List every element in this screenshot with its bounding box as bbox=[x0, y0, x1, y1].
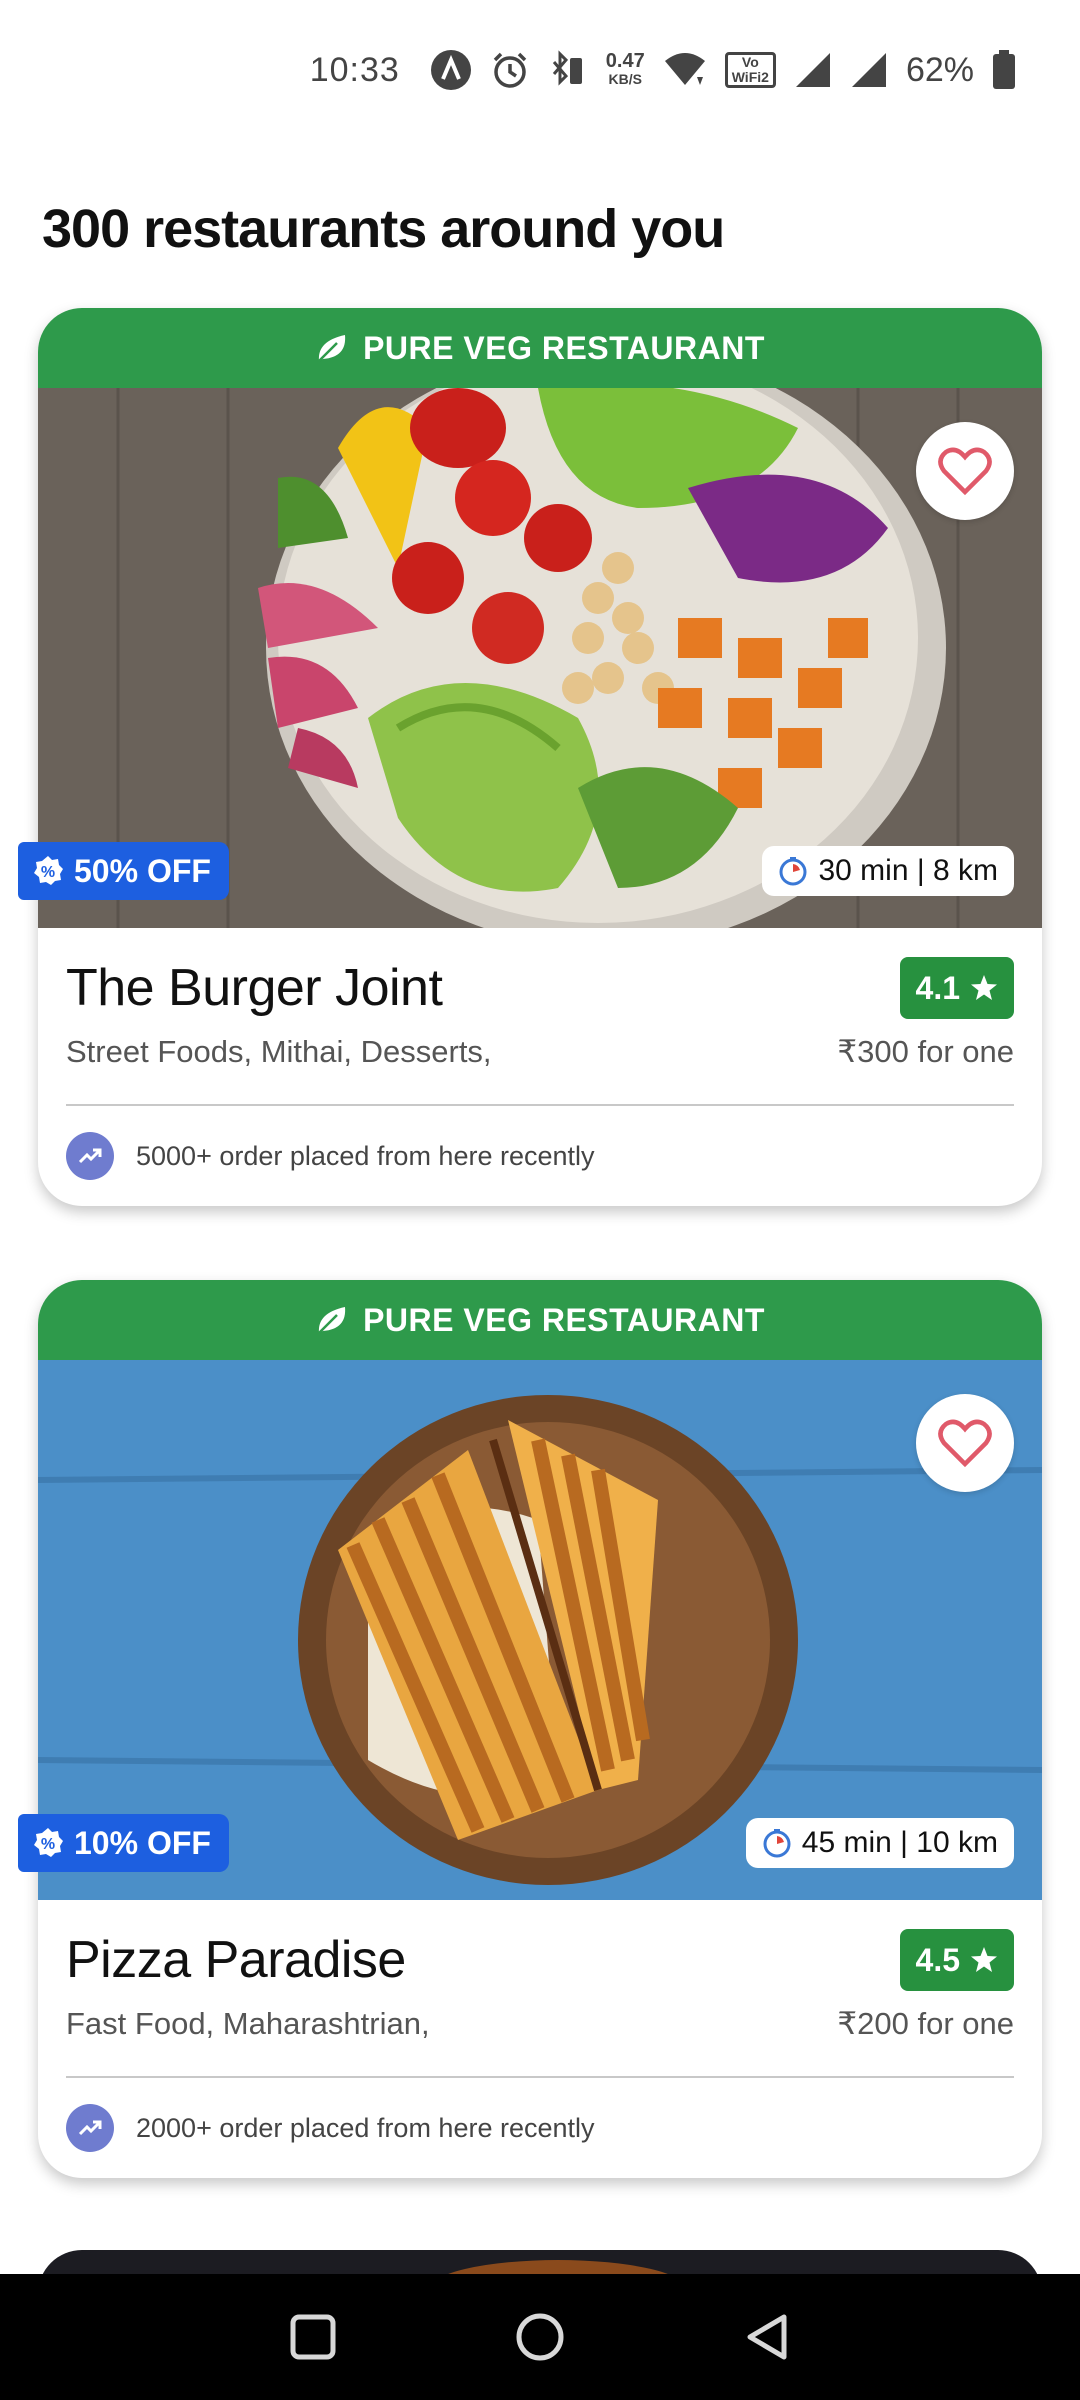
network-speed: 0.47 KB/S bbox=[606, 48, 645, 92]
rating-value: 4.1 bbox=[915, 969, 960, 1006]
network-speed-unit: KB/S bbox=[608, 71, 642, 87]
recents-button[interactable] bbox=[278, 2302, 348, 2372]
svg-text:%: % bbox=[41, 1836, 55, 1853]
star-icon bbox=[971, 975, 997, 1000]
card-body: Pizza Paradise 4.5 Fast Food, Maharashtr… bbox=[38, 1900, 1042, 2152]
orders-text: 5000+ order placed from here recently bbox=[136, 1140, 595, 1171]
leaf-icon bbox=[315, 331, 349, 365]
star-icon bbox=[971, 1947, 997, 1972]
vo-label: Vo bbox=[741, 54, 759, 70]
signal-icon-1 bbox=[794, 48, 832, 92]
restaurant-name: The Burger Joint bbox=[66, 959, 443, 1017]
heart-icon bbox=[938, 1419, 992, 1468]
discount-badge: % 50% OFF bbox=[18, 842, 229, 900]
banner-text: PURE VEG RESTAURANT bbox=[363, 1301, 765, 1338]
alarm-icon bbox=[490, 48, 530, 92]
discount-icon: % bbox=[34, 856, 63, 885]
favorite-button[interactable] bbox=[916, 1394, 1014, 1492]
navigation-bar bbox=[0, 2274, 1080, 2400]
bluetooth-vibrate-icon bbox=[548, 48, 588, 92]
restaurant-name: Pizza Paradise bbox=[66, 1931, 406, 1989]
home-button[interactable] bbox=[505, 2302, 575, 2372]
restaurant-card[interactable]: PURE VEG RESTAURANT bbox=[38, 308, 1042, 1206]
discount-text: 50% OFF bbox=[74, 852, 211, 889]
eta-pill: 45 min | 10 km bbox=[745, 1818, 1014, 1868]
timer-icon bbox=[779, 857, 807, 886]
card-body: The Burger Joint 4.1 Street Foods, Mitha… bbox=[38, 928, 1042, 1180]
trending-icon bbox=[66, 2104, 114, 2152]
price-for-one: ₹200 for one bbox=[837, 2006, 1014, 2041]
recents-icon bbox=[290, 2314, 336, 2360]
price-for-one: ₹300 for one bbox=[837, 1034, 1014, 1069]
battery-icon bbox=[992, 48, 1016, 92]
status-time: 10:33 bbox=[309, 50, 400, 89]
favorite-button[interactable] bbox=[916, 422, 1014, 520]
cuisines: Street Foods, Mithai, Desserts, bbox=[66, 1034, 492, 1069]
heart-icon bbox=[938, 447, 992, 496]
wifi-label: WiFi2 bbox=[731, 69, 769, 85]
back-button[interactable] bbox=[732, 2302, 802, 2372]
orders-text: 2000+ order placed from here recently bbox=[136, 2112, 595, 2143]
eta-pill: 30 min | 8 km bbox=[762, 846, 1014, 896]
back-icon bbox=[747, 2314, 787, 2360]
eta-text: 45 min | 10 km bbox=[801, 1826, 998, 1859]
discount-icon: % bbox=[34, 1828, 63, 1857]
discount-badge: % 10% OFF bbox=[18, 1814, 229, 1872]
timer-icon bbox=[763, 1829, 791, 1858]
signal-icon-2 bbox=[850, 48, 888, 92]
screen: 10:33 0.47 KB/S Vo WiFi2 62% 300 restaur… bbox=[0, 0, 1080, 2400]
page-title: 300 restaurants around you bbox=[42, 199, 725, 259]
rating-badge: 4.1 bbox=[899, 957, 1014, 1019]
pure-veg-banner: PURE VEG RESTAURANT bbox=[38, 308, 1042, 388]
network-speed-value: 0.47 bbox=[605, 50, 645, 72]
banner-text: PURE VEG RESTAURANT bbox=[363, 329, 765, 366]
rating-value: 4.5 bbox=[915, 1941, 960, 1978]
divider bbox=[66, 2076, 1014, 2078]
wifi-icon bbox=[663, 48, 707, 92]
eta-text: 30 min | 8 km bbox=[818, 854, 998, 887]
svg-text:%: % bbox=[41, 864, 55, 881]
battery-percent: 62% bbox=[905, 50, 974, 89]
trending-icon bbox=[66, 1132, 114, 1180]
pure-veg-banner: PURE VEG RESTAURANT bbox=[38, 1280, 1042, 1360]
status-bar: 10:33 0.47 KB/S Vo WiFi2 62% bbox=[0, 0, 1080, 140]
divider bbox=[66, 1104, 1014, 1106]
app-notification-icon bbox=[430, 48, 472, 92]
discount-text: 10% OFF bbox=[74, 1824, 211, 1861]
restaurant-card[interactable]: PURE VEG RESTAURANT bbox=[38, 1280, 1042, 2178]
home-icon bbox=[516, 2313, 564, 2361]
vowifi-icon: Vo WiFi2 bbox=[724, 48, 776, 92]
rating-badge: 4.5 bbox=[899, 1929, 1014, 1991]
leaf-icon bbox=[315, 1303, 349, 1337]
cuisines: Fast Food, Maharashtrian, bbox=[66, 2006, 430, 2041]
